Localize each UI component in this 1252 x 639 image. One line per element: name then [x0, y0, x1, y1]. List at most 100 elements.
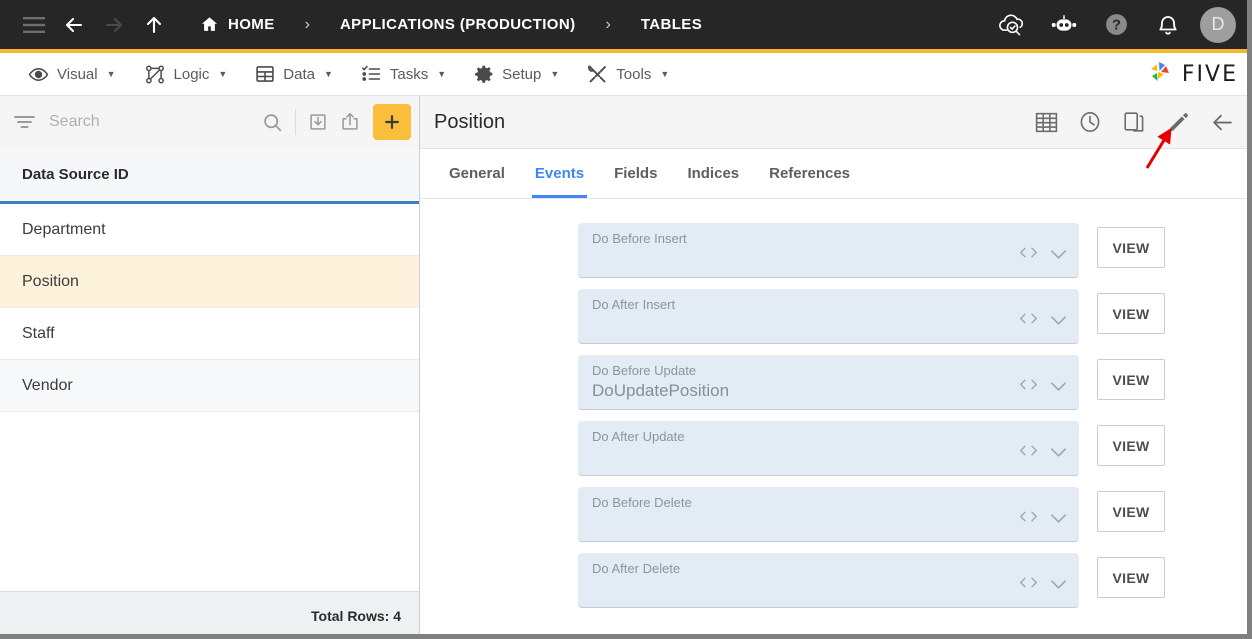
import-icon[interactable] [302, 105, 335, 139]
menu-item-setup[interactable]: Setup ▼ [460, 53, 573, 95]
code-icon[interactable] [1019, 312, 1038, 329]
list-item-label: Department [22, 220, 106, 238]
panel-back-arrow-icon[interactable] [1209, 109, 1235, 135]
menu-item-tasks[interactable]: Tasks ▼ [347, 53, 460, 95]
breadcrumb-item-applications[interactable]: APPLICATIONS (PRODUCTION) [326, 16, 590, 33]
list-column-header[interactable]: Data Source ID [0, 148, 419, 204]
event-field-label: Do Before Update [592, 363, 697, 378]
page-title: Position [434, 110, 506, 133]
history-icon[interactable] [1077, 109, 1103, 135]
svg-text:?: ? [1112, 18, 1121, 34]
tab-label: Indices [687, 165, 740, 182]
code-icon[interactable] [1019, 444, 1038, 461]
table-view-icon[interactable] [1033, 109, 1059, 135]
tab-events[interactable]: Events [520, 149, 599, 198]
bell-icon[interactable] [1148, 5, 1188, 45]
topbar-actions: ? D [992, 5, 1236, 45]
window-bottom-edge [0, 634, 1252, 639]
tab-label: References [769, 165, 851, 182]
chevron-down-icon[interactable] [1050, 579, 1067, 590]
chevron-down-icon[interactable] [1050, 513, 1067, 524]
event-row: Do Before Delete VIEW [420, 487, 1251, 542]
list-item[interactable]: Position [0, 256, 419, 308]
list-item-label: Position [22, 272, 79, 290]
search-input[interactable] [35, 113, 256, 131]
panel-actions [1033, 109, 1235, 135]
help-icon[interactable]: ? [1096, 5, 1136, 45]
menu-label-data: Data [283, 65, 315, 83]
gear-icon [474, 64, 494, 84]
event-field-tools [1019, 312, 1067, 329]
view-button[interactable]: VIEW [1097, 293, 1165, 334]
event-field-do-before-update[interactable]: Do Before Update DoUpdatePosition [578, 355, 1079, 410]
list-item-label: Staff [22, 324, 55, 342]
chevron-down-icon[interactable] [1050, 381, 1067, 392]
menu-label-logic: Logic [173, 65, 210, 83]
event-field-do-after-delete[interactable]: Do After Delete [578, 553, 1079, 608]
brand-logo: FIVE [1145, 60, 1238, 88]
event-field-tools [1019, 510, 1067, 527]
avatar[interactable]: D [1200, 6, 1236, 43]
event-field-label: Do After Update [592, 429, 685, 444]
event-field-value: DoUpdatePosition [592, 381, 730, 400]
logic-flow-icon [144, 64, 166, 85]
menu-item-data[interactable]: Data ▼ [241, 53, 347, 95]
add-button[interactable] [372, 104, 412, 140]
top-navigation-bar: HOME › APPLICATIONS (PRODUCTION) › TABLE… [0, 0, 1252, 53]
event-field-tools [1019, 246, 1067, 263]
chevron-down-icon: ▼ [218, 69, 228, 79]
chevron-down-icon: ▼ [323, 69, 333, 79]
list-item[interactable]: Department [0, 204, 419, 256]
tab-fields[interactable]: Fields [599, 149, 672, 198]
up-arrow-icon[interactable] [134, 5, 174, 45]
list-item-label: Vendor [22, 376, 73, 394]
edit-pencil-icon[interactable] [1165, 109, 1191, 135]
breadcrumb-label-home: HOME [228, 16, 275, 33]
chevron-down-icon: ▼ [106, 69, 116, 79]
breadcrumb-item-home[interactable]: HOME [186, 15, 289, 34]
chevron-down-icon[interactable] [1050, 447, 1067, 458]
view-button[interactable]: VIEW [1097, 557, 1165, 598]
code-icon[interactable] [1019, 510, 1038, 527]
breadcrumb-item-tables[interactable]: TABLES [627, 16, 716, 33]
back-arrow-icon[interactable] [54, 5, 94, 45]
search-icon[interactable] [256, 105, 289, 139]
event-row: Do After Insert VIEW [420, 289, 1251, 344]
forward-arrow-icon[interactable] [94, 5, 134, 45]
chatbot-icon[interactable] [1044, 5, 1084, 45]
breadcrumb-label-tables: TABLES [640, 16, 703, 33]
menu-item-visual[interactable]: Visual ▼ [14, 53, 130, 95]
menu-icon[interactable] [14, 5, 54, 45]
tab-bar: General Events Fields Indices References [420, 149, 1251, 199]
filter-icon[interactable] [14, 115, 35, 129]
export-icon[interactable] [334, 105, 367, 139]
body-container: Data Source ID Department Position Staff… [0, 96, 1252, 639]
tab-indices[interactable]: Indices [672, 149, 754, 198]
list-item[interactable]: Vendor [0, 360, 419, 412]
view-button[interactable]: VIEW [1097, 227, 1165, 268]
code-icon[interactable] [1019, 246, 1038, 263]
window-right-edge [1247, 0, 1252, 639]
chevron-down-icon[interactable] [1050, 315, 1067, 326]
view-button[interactable]: VIEW [1097, 359, 1165, 400]
event-field-do-after-update[interactable]: Do After Update [578, 421, 1079, 476]
menu-item-tools[interactable]: Tools ▼ [573, 53, 683, 95]
tab-label: General [449, 165, 505, 182]
tab-general[interactable]: General [434, 149, 520, 198]
event-field-do-after-insert[interactable]: Do After Insert [578, 289, 1079, 344]
chevron-down-icon[interactable] [1050, 249, 1067, 260]
cloud-check-icon[interactable] [992, 5, 1032, 45]
list-item[interactable]: Staff [0, 308, 419, 360]
view-button[interactable]: VIEW [1097, 491, 1165, 532]
event-field-do-before-delete[interactable]: Do Before Delete [578, 487, 1079, 542]
duplicate-icon[interactable] [1121, 109, 1147, 135]
menu-item-logic[interactable]: Logic ▼ [130, 53, 242, 95]
event-field-do-before-insert[interactable]: Do Before Insert [578, 223, 1079, 278]
event-row: Do After Update VIEW [420, 421, 1251, 476]
tools-icon [587, 64, 608, 85]
tab-references[interactable]: References [754, 149, 865, 198]
sidebar-toolbar [0, 96, 419, 148]
view-button[interactable]: VIEW [1097, 425, 1165, 466]
code-icon[interactable] [1019, 378, 1038, 395]
code-icon[interactable] [1019, 576, 1038, 593]
